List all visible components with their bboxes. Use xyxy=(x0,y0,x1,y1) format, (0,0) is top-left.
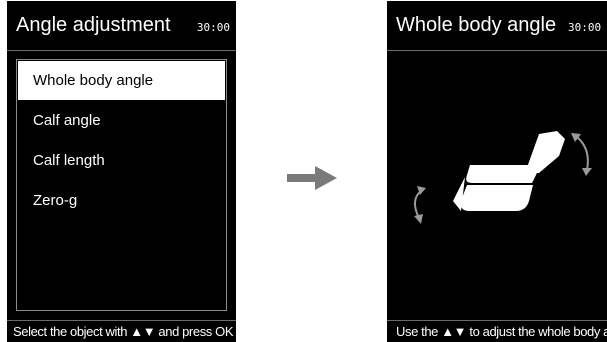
screen-header: Whole body angle 30:00 xyxy=(387,1,607,51)
timer-display: 30:00 xyxy=(196,21,230,34)
screen-footer: Select the object with ▲▼ and press OK xyxy=(7,320,236,342)
angle-adjustment-screen: Angle adjustment 30:00 Whole body angle … xyxy=(7,1,236,342)
screen-footer: Use the ▲▼ to adjust the whole body angl… xyxy=(387,320,607,342)
screen-title: Whole body angle xyxy=(396,14,557,36)
angle-menu: Whole body angle Calf angle Calf length … xyxy=(16,59,227,311)
menu-item-zero-g[interactable]: Zero-g xyxy=(18,181,225,220)
chair-illustration xyxy=(414,131,592,224)
instruction-text: Use the ▲▼ to adjust the whole body angl… xyxy=(396,324,607,339)
massage-chair-icon xyxy=(453,131,565,211)
menu-item-calf-angle[interactable]: Calf angle xyxy=(18,101,225,140)
rotate-counterclockwise-icon xyxy=(414,186,426,224)
menu-item-whole-body-angle[interactable]: Whole body angle xyxy=(18,61,225,100)
whole-body-angle-screen: Whole body angle 30:00 Use the ▲▼ to adj… xyxy=(387,1,607,342)
screen-title: Angle adjustment xyxy=(16,14,171,36)
instruction-text: Select the object with ▲▼ and press OK xyxy=(13,324,234,339)
right-arrow-icon xyxy=(287,166,337,190)
screen-header: Angle adjustment 30:00 xyxy=(7,1,236,51)
menu-item-calf-length[interactable]: Calf length xyxy=(18,141,225,180)
timer-display: 30:00 xyxy=(568,21,602,34)
rotate-clockwise-icon xyxy=(571,133,592,176)
